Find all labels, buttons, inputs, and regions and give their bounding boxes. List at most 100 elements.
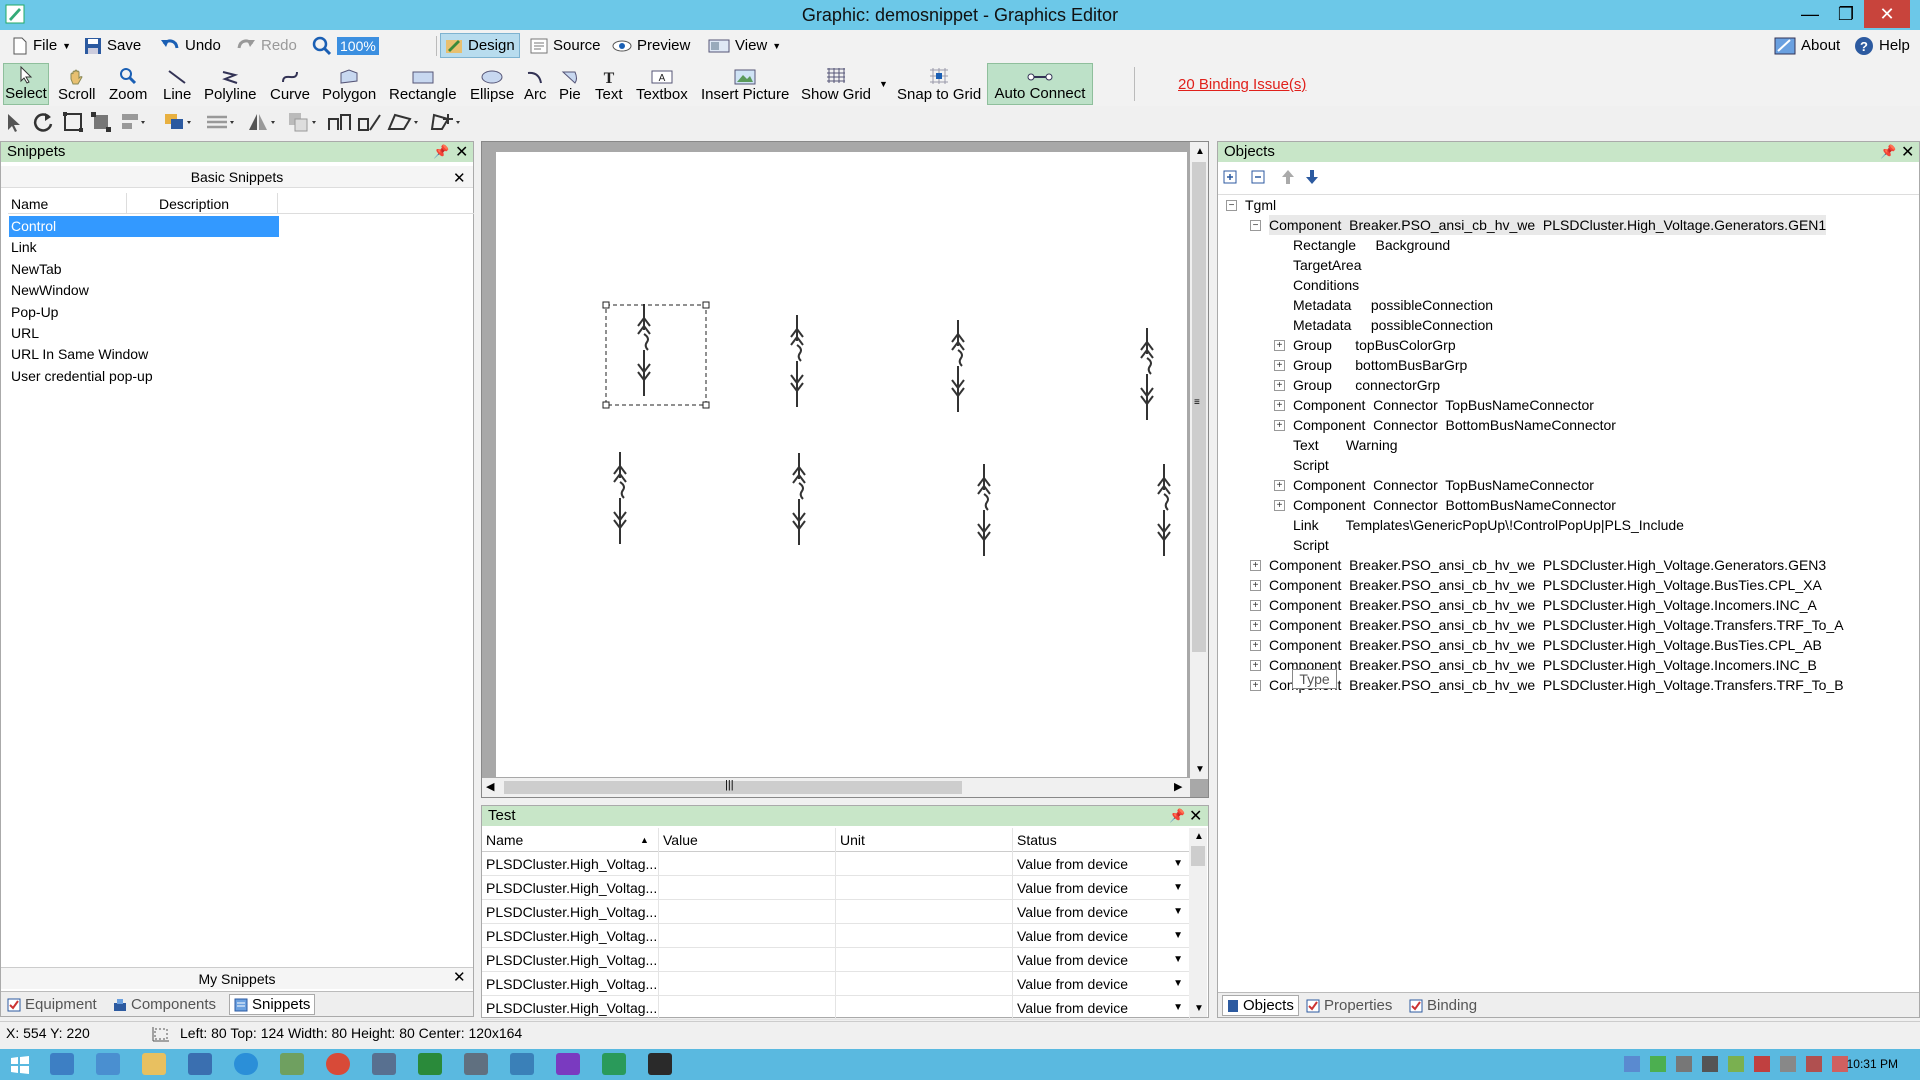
cell-status[interactable]: Value from device ▼ <box>1013 924 1190 948</box>
tree-node-component[interactable]: + Component Breaker.PSO_ansi_cb_hv_we PLS… <box>1226 615 1916 635</box>
cell-value[interactable] <box>659 972 836 996</box>
pin-icon[interactable]: 📌 <box>433 144 449 160</box>
description-column-header[interactable]: Description <box>159 196 229 212</box>
move-down-icon[interactable] <box>1304 168 1320 186</box>
taskbar-app-icon[interactable] <box>50 1053 74 1075</box>
taskbar-app-icon[interactable] <box>96 1053 120 1075</box>
taskbar-app-icon[interactable] <box>418 1053 442 1075</box>
tree-node-child[interactable]: + Group topBusColorGrp <box>1226 335 1916 355</box>
line-tool[interactable]: Line <box>159 63 195 105</box>
graphics-editor-icon[interactable] <box>602 1053 626 1075</box>
tab-components[interactable]: Components <box>109 994 220 1015</box>
tree-node-child[interactable]: + Component Connector BottomBusNameConnec… <box>1226 415 1916 435</box>
expand-all-icon[interactable] <box>1222 169 1238 185</box>
snippet-item[interactable]: NewWindow <box>9 280 279 301</box>
tray-icon[interactable] <box>1728 1056 1744 1072</box>
tree-node-child[interactable]: + Component Connector TopBusNameConnector <box>1226 475 1916 495</box>
breaker-trf-to-b[interactable] <box>1157 463 1171 557</box>
table-row[interactable]: PLSDCluster.High_Voltag... Value from dev… <box>482 924 1190 948</box>
chevron-down-icon[interactable]: ▼ <box>1173 948 1183 972</box>
resize-handle[interactable] <box>702 401 710 409</box>
view-menu[interactable]: View ▼ <box>704 33 785 58</box>
move-up-icon[interactable] <box>1280 168 1296 186</box>
browser-icon[interactable] <box>234 1053 258 1075</box>
breaker-gen3[interactable] <box>790 314 804 408</box>
textbox-tool[interactable]: A Textbox <box>632 63 692 105</box>
breaker-inc-a[interactable] <box>1140 327 1154 421</box>
select-tool-icon[interactable] <box>4 111 26 133</box>
source-tab[interactable]: Source <box>526 33 605 58</box>
chevron-down-icon[interactable]: ▼ <box>1173 852 1183 876</box>
tray-icon[interactable] <box>1702 1056 1718 1072</box>
tree-node-child[interactable]: Metadata possibleConnection <box>1226 295 1916 315</box>
col-status-header[interactable]: Status <box>1013 828 1190 852</box>
redo-button[interactable]: Redo <box>232 33 301 58</box>
distribute-icon[interactable] <box>205 111 237 133</box>
pin-icon[interactable]: 📌 <box>1880 144 1896 160</box>
taskbar-app-icon[interactable] <box>556 1053 580 1075</box>
snippet-item[interactable]: NewTab <box>9 259 279 280</box>
zoom-select[interactable]: 100% ▼ <box>308 33 462 58</box>
expand-icon[interactable]: + <box>1274 399 1285 411</box>
expand-icon[interactable]: + <box>1274 339 1285 351</box>
scroll-tool[interactable]: Scroll <box>54 63 100 105</box>
cell-value[interactable] <box>659 996 836 1020</box>
taskbar-app-icon[interactable] <box>188 1053 212 1075</box>
chevron-down-icon[interactable]: ▼ <box>879 79 888 89</box>
flip-icon[interactable] <box>246 111 278 133</box>
vertical-scrollbar[interactable]: ▲ ≡ ▼ <box>1190 142 1208 779</box>
collapse-icon[interactable]: − <box>1226 199 1237 211</box>
rectangle-tool[interactable]: Rectangle <box>385 63 461 105</box>
expand-icon[interactable]: + <box>1250 599 1261 611</box>
size-icon[interactable] <box>326 111 354 133</box>
cell-status[interactable]: Value from device ▼ <box>1013 972 1190 996</box>
tab-equipment[interactable]: Equipment <box>3 994 101 1015</box>
tree-node-child[interactable]: + Group connectorGrp <box>1226 375 1916 395</box>
expand-icon[interactable]: + <box>1250 659 1261 671</box>
cell-status[interactable]: Value from device ▼ <box>1013 900 1190 924</box>
cell-value[interactable] <box>659 924 836 948</box>
col-name-header[interactable]: Name ▲ <box>482 828 659 852</box>
horizontal-scrollbar[interactable]: ◀ ||| ▶ <box>482 778 1190 797</box>
tree-node-component[interactable]: + Component Breaker.PSO_ansi_cb_hv_we PLS… <box>1226 555 1916 575</box>
cell-value[interactable] <box>659 900 836 924</box>
order-icon[interactable] <box>287 111 319 133</box>
pin-icon[interactable]: 📌 <box>1169 808 1185 824</box>
design-tab[interactable]: Design <box>440 33 520 58</box>
snippet-item[interactable]: Link <box>9 237 279 258</box>
help-button[interactable]: ? Help <box>1850 33 1914 58</box>
resize-handle[interactable] <box>602 401 610 409</box>
scroll-down-icon[interactable]: ▼ <box>1195 764 1205 775</box>
taskbar-app-icon[interactable] <box>510 1053 534 1075</box>
snippet-item[interactable]: Pop-Up <box>9 302 279 323</box>
auto-connect-tool[interactable]: Auto Connect <box>987 63 1093 105</box>
undo-button[interactable]: Undo <box>156 33 225 58</box>
show-grid-tool[interactable]: Show Grid <box>797 63 875 105</box>
expand-icon[interactable]: + <box>1250 679 1261 691</box>
taskbar-app-icon[interactable] <box>280 1053 304 1075</box>
tree-node-child[interactable]: Metadata possibleConnection <box>1226 315 1916 335</box>
select-tool[interactable]: Select <box>3 63 49 105</box>
tree-node-component[interactable]: + Component Breaker.PSO_ansi_cb_hv_we PLS… <box>1226 635 1916 655</box>
table-row[interactable]: PLSDCluster.High_Voltag... Value from dev… <box>482 948 1190 972</box>
snippet-item[interactable]: Control <box>9 216 279 237</box>
tray-icon[interactable] <box>1754 1056 1770 1072</box>
cell-status[interactable]: Value from device ▼ <box>1013 996 1190 1020</box>
expand-icon[interactable]: + <box>1250 579 1261 591</box>
expand-icon[interactable]: + <box>1250 559 1261 571</box>
collapse-icon[interactable]: − <box>1250 219 1261 231</box>
tree-node-root[interactable]: − Tgml <box>1226 195 1916 215</box>
curve-tool[interactable]: Curve <box>266 63 314 105</box>
maximize-button[interactable]: ❐ <box>1828 0 1864 28</box>
col-unit-header[interactable]: Unit <box>836 828 1013 852</box>
reshape-icon[interactable] <box>386 111 422 133</box>
test-scrollbar[interactable]: ▲ ▼ <box>1189 828 1207 1017</box>
folder-icon[interactable] <box>142 1053 166 1075</box>
tree-node-child[interactable]: Script <box>1226 535 1916 555</box>
ellipse-tool[interactable]: Ellipse <box>466 63 518 105</box>
tray-icon[interactable] <box>1624 1056 1640 1072</box>
cell-value[interactable] <box>659 852 836 876</box>
scroll-left-icon[interactable]: ◀ <box>486 780 494 793</box>
tree-node-child[interactable]: Script <box>1226 455 1916 475</box>
terminal-icon[interactable] <box>648 1053 672 1075</box>
